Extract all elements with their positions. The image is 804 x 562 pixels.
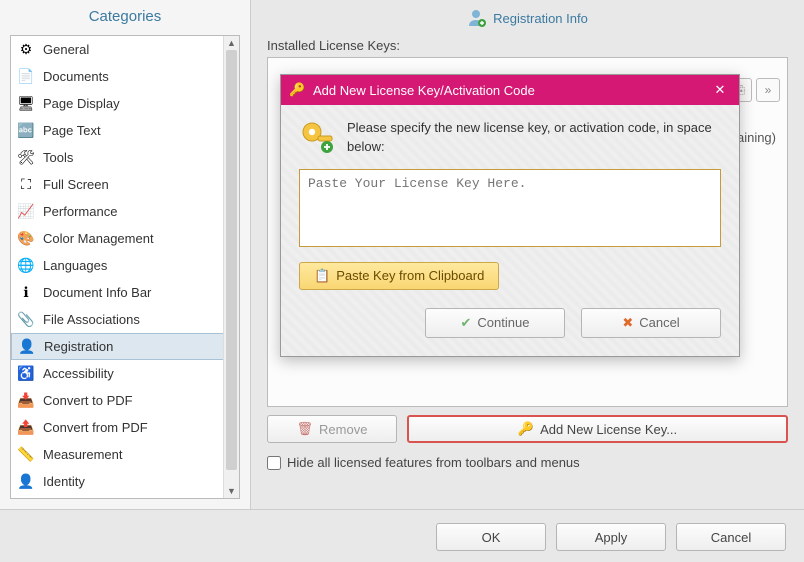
sidebar-item-label: Color Management xyxy=(43,231,154,246)
sidebar-item-label: Full Screen xyxy=(43,177,109,192)
convert-from-pdf-icon: 📤 xyxy=(15,417,37,439)
color-management-icon: 🎨 xyxy=(15,228,37,250)
panel-title-row: Registration Info xyxy=(251,0,804,38)
apply-button[interactable]: Apply xyxy=(556,523,666,551)
measurement-icon: 📏 xyxy=(15,444,37,466)
sidebar-item-full-screen[interactable]: ⛶ Full Screen xyxy=(11,171,239,198)
key-plus-icon: 🔑 xyxy=(518,421,534,437)
add-license-key-button[interactable]: 🔑 Add New License Key... xyxy=(407,415,788,443)
general-icon: ⚙ xyxy=(15,39,37,61)
sidebar-item-color-management[interactable]: 🎨 Color Management xyxy=(11,225,239,252)
expand-key-button[interactable]: » xyxy=(756,78,780,102)
categories-list: ⚙ General 📄 Documents 🖥 Page Display 🔤 Page Tex… xyxy=(10,35,240,499)
identity-icon: 👤 xyxy=(15,471,37,493)
sidebar-item-label: Page Display xyxy=(43,96,120,111)
file-associations-icon: 📎 xyxy=(15,309,37,331)
sidebar-item-label: Tools xyxy=(43,150,73,165)
sidebar-item-label: Languages xyxy=(43,258,107,273)
sidebar-item-label: Performance xyxy=(43,204,117,219)
page-text-icon: 🔤 xyxy=(15,120,37,142)
hide-features-checkbox-row[interactable]: Hide all licensed features from toolbars… xyxy=(267,455,788,470)
sidebar-item-label: Page Text xyxy=(43,123,101,138)
sidebar-item-documents[interactable]: 📄 Documents xyxy=(11,63,239,90)
trash-icon: 🗑 xyxy=(297,421,314,437)
dialog-button-bar: OK Apply Cancel xyxy=(0,512,804,562)
languages-icon: 🌐 xyxy=(15,255,37,277)
key-icon: 🔑 xyxy=(289,82,307,98)
sidebar-item-registration[interactable]: 👤 Registration xyxy=(11,333,239,360)
clipboard-icon: 📋 xyxy=(314,268,330,284)
sidebar-scrollbar[interactable]: ▲ ▼ xyxy=(223,36,239,498)
categories-sidebar: Categories ⚙ General 📄 Documents 🖥 Page Displ… xyxy=(0,0,251,509)
add-license-modal: 🔑 Add New License Key/Activation Code ✕ … xyxy=(280,74,740,357)
sidebar-item-label: Registration xyxy=(44,339,113,354)
sidebar-item-measurement[interactable]: 📏 Measurement xyxy=(11,441,239,468)
sidebar-item-file-associations[interactable]: 📎 File Associations xyxy=(11,306,239,333)
sidebar-item-convert-to-pdf[interactable]: 📥 Convert to PDF xyxy=(11,387,239,414)
installed-keys-label: Installed License Keys: xyxy=(267,38,788,53)
categories-title: Categories xyxy=(0,0,250,35)
scroll-thumb[interactable] xyxy=(226,50,237,470)
sidebar-item-page-text[interactable]: 🔤 Page Text xyxy=(11,117,239,144)
performance-icon: 📈 xyxy=(15,201,37,223)
hide-features-checkbox[interactable] xyxy=(267,456,281,470)
cancel-x-icon: ✖ xyxy=(622,315,633,331)
accessibility-icon: ♿ xyxy=(15,363,37,385)
sidebar-item-label: File Associations xyxy=(43,312,140,327)
sidebar-item-languages[interactable]: 🌐 Languages xyxy=(11,252,239,279)
page-display-icon: 🖥 xyxy=(15,93,37,115)
document-info-bar-icon: ℹ xyxy=(15,282,37,304)
sidebar-item-identity[interactable]: 👤 Identity xyxy=(11,468,239,495)
sidebar-item-label: Measurement xyxy=(43,447,122,462)
panel-title: Registration Info xyxy=(493,11,588,26)
documents-icon: 📄 xyxy=(15,66,37,88)
sidebar-item-label: Documents xyxy=(43,69,109,84)
large-key-icon xyxy=(299,119,335,155)
registration-icon: 👤 xyxy=(16,336,38,358)
user-plus-icon xyxy=(467,8,487,28)
check-icon: ✔ xyxy=(461,315,472,331)
modal-title-text: Add New License Key/Activation Code xyxy=(313,83,535,98)
sidebar-item-label: General xyxy=(43,42,89,57)
ok-button[interactable]: OK xyxy=(436,523,546,551)
sidebar-item-general[interactable]: ⚙ General xyxy=(11,36,239,63)
sidebar-item-performance[interactable]: 📈 Performance xyxy=(11,198,239,225)
modal-cancel-button[interactable]: ✖ Cancel xyxy=(581,308,721,338)
sidebar-item-convert-from-pdf[interactable]: 📤 Convert from PDF xyxy=(11,414,239,441)
paste-from-clipboard-button[interactable]: 📋 Paste Key from Clipboard xyxy=(299,262,499,290)
remove-key-button[interactable]: 🗑 Remove xyxy=(267,415,397,443)
sidebar-item-accessibility[interactable]: ♿ Accessibility xyxy=(11,360,239,387)
cancel-button[interactable]: Cancel xyxy=(676,523,786,551)
convert-to-pdf-icon: 📥 xyxy=(15,390,37,412)
modal-message: Please specify the new license key, or a… xyxy=(347,119,721,157)
modal-titlebar[interactable]: 🔑 Add New License Key/Activation Code ✕ xyxy=(281,75,739,105)
hide-features-label: Hide all licensed features from toolbars… xyxy=(287,455,580,470)
continue-button[interactable]: ✔ Continue xyxy=(425,308,565,338)
sidebar-item-label: Identity xyxy=(43,474,85,489)
close-icon[interactable]: ✕ xyxy=(709,82,731,98)
tools-icon: 🛠 xyxy=(15,147,37,169)
scroll-down-icon[interactable]: ▼ xyxy=(224,484,239,498)
sidebar-item-tools[interactable]: 🛠 Tools xyxy=(11,144,239,171)
sidebar-item-label: Convert to PDF xyxy=(43,393,133,408)
full-screen-icon: ⛶ xyxy=(15,174,37,196)
sidebar-item-page-display[interactable]: 🖥 Page Display xyxy=(11,90,239,117)
sidebar-item-label: Accessibility xyxy=(43,366,114,381)
license-key-input[interactable] xyxy=(299,169,721,247)
sidebar-item-document-info-bar[interactable]: ℹ Document Info Bar xyxy=(11,279,239,306)
sidebar-item-label: Document Info Bar xyxy=(43,285,151,300)
license-status-text: aining) xyxy=(737,130,776,145)
scroll-up-icon[interactable]: ▲ xyxy=(224,36,239,50)
sidebar-item-label: Convert from PDF xyxy=(43,420,148,435)
